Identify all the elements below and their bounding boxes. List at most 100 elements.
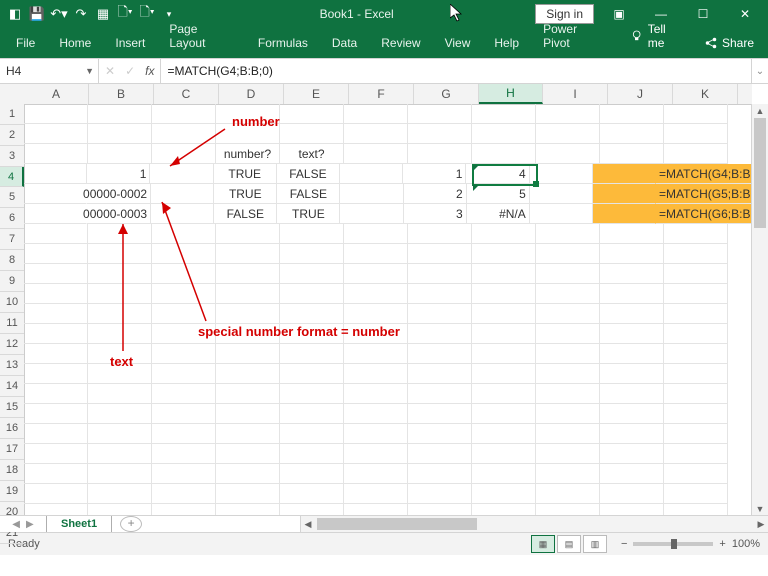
cell-G10[interactable]: [408, 284, 472, 304]
tab-formulas[interactable]: Formulas: [248, 32, 318, 54]
row-header-2[interactable]: 2: [0, 125, 24, 146]
cell-I16[interactable]: [536, 404, 600, 424]
cell-G7[interactable]: [408, 224, 472, 244]
cell-J5[interactable]: [593, 184, 656, 204]
cell-F13[interactable]: [344, 344, 408, 364]
cell-E11[interactable]: [280, 304, 344, 324]
cell-D13[interactable]: [216, 344, 280, 364]
name-box[interactable]: H4▼: [0, 59, 99, 83]
cell-C15[interactable]: [152, 384, 216, 404]
cell-H13[interactable]: [472, 344, 536, 364]
sheet-nav-buttons[interactable]: ◀▶: [0, 519, 46, 530]
vscroll-thumb[interactable]: [754, 118, 766, 228]
cell-E9[interactable]: [280, 264, 344, 284]
cell-K2[interactable]: [664, 124, 728, 144]
cell-D16[interactable]: [216, 404, 280, 424]
cell-E7[interactable]: [280, 224, 344, 244]
zoom-value[interactable]: 100%: [732, 538, 760, 550]
cell-G17[interactable]: [408, 424, 472, 444]
qat-icon-1[interactable]: ▦: [94, 5, 112, 23]
tab-insert[interactable]: Insert: [105, 32, 155, 54]
cell-F2[interactable]: [344, 124, 408, 144]
view-page-break-button[interactable]: ▥: [583, 535, 607, 553]
undo-icon[interactable]: ↶▾: [50, 5, 68, 23]
cell-I5[interactable]: [530, 184, 593, 204]
scroll-right-icon[interactable]: ▶: [754, 516, 768, 532]
cell-grid[interactable]: number?text?1TRUEFALSE14=MATCH(G4;B:B;0)…: [24, 104, 752, 516]
cell-K10[interactable]: [664, 284, 728, 304]
row-header-15[interactable]: 15: [0, 397, 24, 418]
cell-F1[interactable]: [344, 104, 408, 124]
cell-F19[interactable]: [344, 464, 408, 484]
cell-J18[interactable]: [600, 444, 664, 464]
cell-E14[interactable]: [280, 364, 344, 384]
cell-I15[interactable]: [536, 384, 600, 404]
cell-A8[interactable]: [24, 244, 88, 264]
row-header-17[interactable]: 17: [0, 439, 24, 460]
cell-D4[interactable]: TRUE: [214, 164, 277, 184]
cell-G3[interactable]: [408, 144, 472, 164]
cell-J12[interactable]: [600, 324, 664, 344]
col-header-H[interactable]: H: [479, 84, 543, 104]
cell-F12[interactable]: [344, 324, 408, 344]
cell-J15[interactable]: [600, 384, 664, 404]
row-header-3[interactable]: 3: [0, 146, 24, 167]
sheet-tab[interactable]: Sheet1: [46, 516, 112, 532]
cell-D1[interactable]: [216, 104, 280, 124]
cell-I18[interactable]: [536, 444, 600, 464]
cell-K12[interactable]: [664, 324, 728, 344]
col-header-C[interactable]: C: [154, 84, 219, 104]
scroll-left-icon[interactable]: ◀: [301, 516, 315, 532]
col-header-G[interactable]: G: [414, 84, 479, 104]
cell-F6[interactable]: [340, 204, 403, 224]
cell-G12[interactable]: [408, 324, 472, 344]
cell-D5[interactable]: TRUE: [214, 184, 277, 204]
cell-J1[interactable]: [600, 104, 664, 124]
cell-A5[interactable]: [24, 184, 87, 204]
cell-H11[interactable]: [472, 304, 536, 324]
cell-I11[interactable]: [536, 304, 600, 324]
cell-F18[interactable]: [344, 444, 408, 464]
cell-A4[interactable]: [24, 164, 87, 184]
cell-H8[interactable]: [472, 244, 536, 264]
cell-G6[interactable]: 3: [404, 204, 467, 224]
cell-D18[interactable]: [216, 444, 280, 464]
cell-J11[interactable]: [600, 304, 664, 324]
cell-B3[interactable]: [88, 144, 152, 164]
cell-H9[interactable]: [472, 264, 536, 284]
cell-G9[interactable]: [408, 264, 472, 284]
cell-D20[interactable]: [216, 484, 280, 504]
cell-B17[interactable]: [88, 424, 152, 444]
vertical-scrollbar[interactable]: ▲ ▼: [751, 104, 768, 516]
cell-A16[interactable]: [24, 404, 88, 424]
cell-F9[interactable]: [344, 264, 408, 284]
cell-B8[interactable]: [88, 244, 152, 264]
view-page-layout-button[interactable]: ▤: [557, 535, 581, 553]
cell-C4[interactable]: [150, 164, 213, 184]
col-header-J[interactable]: J: [608, 84, 673, 104]
cell-A7[interactable]: [24, 224, 88, 244]
cell-C9[interactable]: [152, 264, 216, 284]
hscroll-thumb[interactable]: [317, 518, 477, 530]
cell-F4[interactable]: [340, 164, 403, 184]
cell-B1[interactable]: [88, 104, 152, 124]
cell-H19[interactable]: [472, 464, 536, 484]
cell-J17[interactable]: [600, 424, 664, 444]
cell-I13[interactable]: [536, 344, 600, 364]
tell-me-button[interactable]: Tell me: [622, 18, 692, 54]
cell-B15[interactable]: [88, 384, 152, 404]
cell-I17[interactable]: [536, 424, 600, 444]
cell-B12[interactable]: [88, 324, 152, 344]
cell-A9[interactable]: [24, 264, 88, 284]
row-header-12[interactable]: 12: [0, 334, 24, 355]
col-header-K[interactable]: K: [673, 84, 738, 104]
cell-K4[interactable]: =MATCH(G4;B:B;0): [656, 164, 752, 184]
cell-C6[interactable]: [151, 204, 214, 224]
tab-file[interactable]: File: [6, 32, 45, 54]
cell-B11[interactable]: [88, 304, 152, 324]
cell-D11[interactable]: [216, 304, 280, 324]
row-header-11[interactable]: 11: [0, 313, 24, 334]
cell-D6[interactable]: FALSE: [214, 204, 277, 224]
cell-F16[interactable]: [344, 404, 408, 424]
add-sheet-button[interactable]: +: [120, 516, 142, 532]
